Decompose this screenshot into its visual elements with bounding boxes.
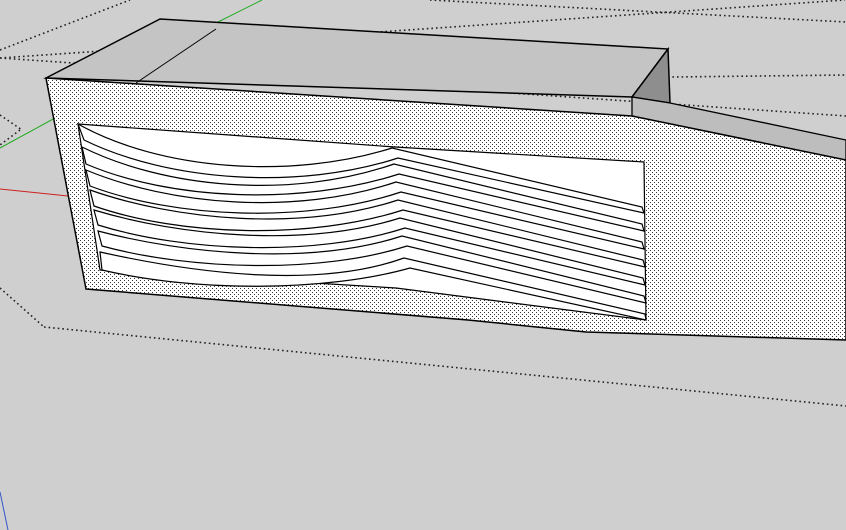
model-canvas[interactable]: [0, 0, 846, 530]
modeling-viewport[interactable]: [0, 0, 846, 530]
